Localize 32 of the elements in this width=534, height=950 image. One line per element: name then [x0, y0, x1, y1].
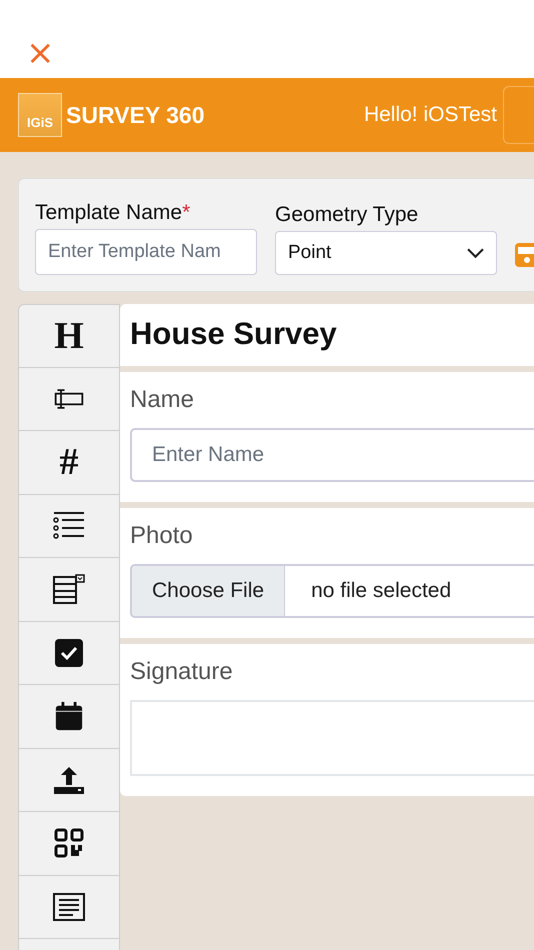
logo-text: IGiS [26, 115, 53, 130]
checkbox-icon [53, 638, 85, 668]
toolbox-item[interactable] [18, 748, 120, 812]
geometry-type-label: Geometry Type [275, 203, 420, 227]
toolbox-item[interactable] [18, 622, 120, 685]
toolbox-item[interactable] [18, 368, 120, 431]
chevron-icon [467, 248, 484, 258]
upload-icon [53, 764, 85, 795]
toolbox-item[interactable] [18, 876, 120, 939]
field-label: Name [130, 386, 196, 414]
field-label: Photo [130, 522, 194, 550]
paragraph-icon [53, 892, 85, 922]
toolbox-item[interactable] [18, 812, 120, 876]
geometry-type-dropdown[interactable]: Point [275, 231, 497, 275]
file-status-text: no file selected [311, 579, 452, 603]
toolbox-item[interactable] [18, 685, 120, 748]
greeting-text: Hello! iOSTest [364, 103, 497, 127]
choose-file-button[interactable]: Choose File [132, 566, 286, 616]
calendar-icon [53, 701, 85, 732]
template-name-field[interactable]: Enter Template Nam [35, 229, 257, 275]
form-title: House Survey [130, 316, 338, 352]
list-icon [53, 510, 85, 541]
toolbox-item[interactable] [18, 494, 120, 558]
form-table-icon [53, 574, 85, 604]
toolbox-item[interactable]: H [18, 304, 120, 368]
app-name: SURVEY 360 [66, 102, 205, 128]
template-name-label: Template Name* [35, 201, 192, 225]
toolbox-item[interactable] [18, 558, 120, 622]
field-label: Signature [130, 658, 234, 686]
toolbox-item[interactable]: # [18, 431, 120, 494]
qr-code-icon [53, 828, 85, 858]
name-field[interactable]: Enter Name [130, 428, 534, 482]
